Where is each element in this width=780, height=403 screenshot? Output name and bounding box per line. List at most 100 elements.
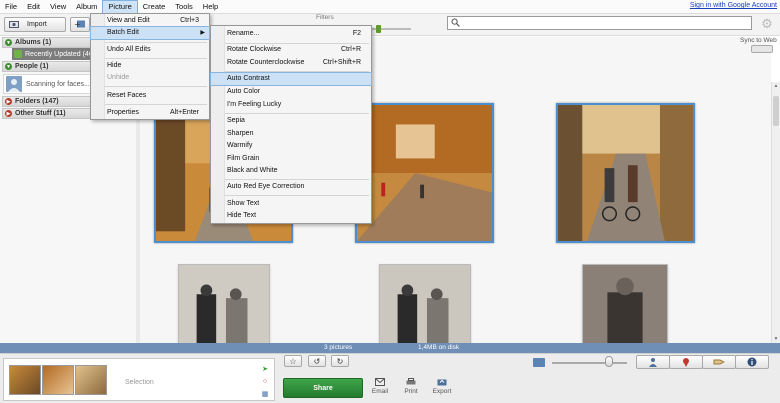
scrollbar-thumb[interactable] [773, 96, 779, 126]
shortcut-label: Ctrl+Shift+R [322, 59, 361, 66]
menu-item-warmify[interactable]: Warmify [211, 140, 371, 152]
tags-button[interactable] [702, 355, 736, 369]
photo-old-family-2[interactable] [379, 264, 471, 344]
menu-item-label: Auto Contrast [227, 75, 270, 82]
import-button[interactable]: Import [4, 17, 66, 32]
photo-image [380, 265, 470, 343]
share-button[interactable]: Share [283, 378, 363, 398]
menu-separator [225, 195, 369, 196]
zoom-slider-track[interactable] [552, 362, 627, 364]
menu-separator [105, 58, 207, 59]
info-button[interactable] [735, 355, 769, 369]
menu-item-film-grain[interactable]: Film Grain [211, 153, 371, 165]
shortcut-label: Ctrl+R [340, 46, 361, 53]
map-pin-icon [683, 358, 689, 367]
menu-item-reset-faces[interactable]: Reset Faces [91, 90, 209, 102]
email-icon [375, 378, 385, 386]
collapse-arrow-icon[interactable]: ▼ [5, 63, 12, 70]
menu-item-rotate-counterclockwise[interactable]: Rotate Counterclockwise Ctrl+Shift+R [211, 57, 371, 69]
tray-thumbnail[interactable] [42, 365, 74, 395]
menu-item-label: Properties [107, 109, 139, 116]
menu-separator [105, 42, 207, 43]
rotate-right-button[interactable]: ↻ [331, 355, 349, 367]
people-label: People (1) [15, 63, 49, 70]
menu-item-feeling-lucky[interactable]: I'm Feeling Lucky [211, 99, 371, 111]
photo-autumn-park[interactable] [355, 103, 494, 243]
menu-help[interactable]: Help [198, 0, 223, 14]
menu-picture[interactable]: Picture [102, 0, 138, 14]
menu-edit[interactable]: Edit [22, 0, 45, 14]
clear-selection-icon[interactable]: ○ [258, 376, 272, 386]
tray-thumbnail[interactable] [9, 365, 41, 395]
scroll-down-icon[interactable]: ▼ [773, 336, 779, 342]
menu-item-label: View and Edit [107, 17, 150, 24]
photo-old-family-1[interactable] [178, 264, 270, 344]
menu-item-properties[interactable]: Properties Alt+Enter [91, 107, 209, 119]
filter-slider-knob[interactable] [376, 25, 381, 33]
add-to-album-button[interactable]: + [70, 17, 90, 32]
scroll-up-icon[interactable]: ▲ [773, 83, 779, 89]
menu-item-batch-edit[interactable]: Batch Edit ▶ [90, 26, 210, 40]
menu-item-rename[interactable]: Rename... F2 [211, 28, 371, 40]
menu-item-auto-contrast[interactable]: Auto Contrast [210, 72, 372, 86]
sign-in-link[interactable]: Sign in with Google Account [690, 2, 777, 9]
people-button[interactable] [636, 355, 670, 369]
svg-text:+: + [74, 20, 81, 28]
menu-item-red-eye[interactable]: Auto Red Eye Correction [211, 181, 371, 193]
menu-item-hide-text[interactable]: Hide Text [211, 210, 371, 222]
places-button[interactable] [669, 355, 703, 369]
disk-size: 1,4MB on disk [418, 344, 460, 351]
sync-toggle[interactable] [751, 45, 773, 53]
menu-item-label: Warmify [227, 142, 253, 149]
menu-item-label: Batch Edit [107, 29, 139, 36]
rotate-left-button[interactable]: ↺ [308, 355, 326, 367]
hold-pin-icon[interactable]: ➤ [258, 364, 272, 374]
settings-gear-icon[interactable]: ⚙ [759, 16, 775, 32]
zoom-slider-knob[interactable] [605, 356, 613, 367]
menu-item-view-and-edit[interactable]: View and Edit Ctrl+3 [91, 15, 209, 27]
search-input[interactable] [447, 16, 752, 30]
tray-thumbnail[interactable] [75, 365, 107, 395]
add-to-album-icon[interactable]: ▦ [258, 389, 272, 399]
email-button[interactable]: Email [367, 378, 393, 395]
print-button[interactable]: Print [398, 378, 424, 395]
selection-label: Selection [125, 379, 154, 386]
filters-label: Filters [316, 14, 334, 21]
menu-item-hide[interactable]: Hide [91, 60, 209, 72]
search-icon [451, 18, 460, 29]
menu-view[interactable]: View [45, 0, 71, 14]
tray-tools: ➤ ○ ▦ [256, 362, 276, 400]
menu-item-sharpen[interactable]: Sharpen [211, 128, 371, 140]
print-label: Print [404, 388, 418, 395]
menu-item-rotate-clockwise[interactable]: Rotate Clockwise Ctrl+R [211, 44, 371, 56]
collapse-arrow-icon[interactable]: ▼ [5, 39, 12, 46]
menu-item-label: Rotate Clockwise [227, 46, 282, 53]
photo-grid-scrollbar[interactable]: ▲ ▼ [771, 82, 780, 343]
photo-image [558, 105, 693, 241]
person-icon [649, 358, 657, 367]
menu-separator [105, 104, 207, 105]
photo-image [357, 105, 492, 241]
menu-item-black-and-white[interactable]: Black and White [211, 165, 371, 177]
status-bar: 3 pictures 1,4MB on disk [0, 343, 780, 353]
menu-item-show-text[interactable]: Show Text [211, 198, 371, 210]
submenu-arrow-icon: ▶ [200, 30, 205, 36]
menu-item-label: Black and White [227, 167, 278, 174]
star-button[interactable]: ☆ [284, 355, 302, 367]
menu-item-unhide: Unhide [91, 72, 209, 84]
menu-tools[interactable]: Tools [170, 0, 198, 14]
export-button[interactable]: Export [429, 378, 455, 395]
menu-item-sepia[interactable]: Sepia [211, 115, 371, 127]
expand-arrow-icon[interactable]: ▶ [5, 110, 12, 117]
print-icon [406, 378, 416, 385]
menu-create[interactable]: Create [138, 0, 171, 14]
menu-album[interactable]: Album [71, 0, 102, 14]
menu-item-undo-all-edits[interactable]: Undo All Edits [91, 44, 209, 56]
menu-separator [225, 71, 369, 72]
photo-soldier-portrait[interactable] [582, 264, 668, 344]
photo-two-cyclists[interactable] [556, 103, 695, 243]
menu-file[interactable]: File [0, 0, 22, 14]
expand-arrow-icon[interactable]: ▶ [5, 98, 12, 105]
menu-item-auto-color[interactable]: Auto Color [211, 86, 371, 98]
selection-tray: Selection ➤ ○ ▦ [3, 358, 275, 401]
